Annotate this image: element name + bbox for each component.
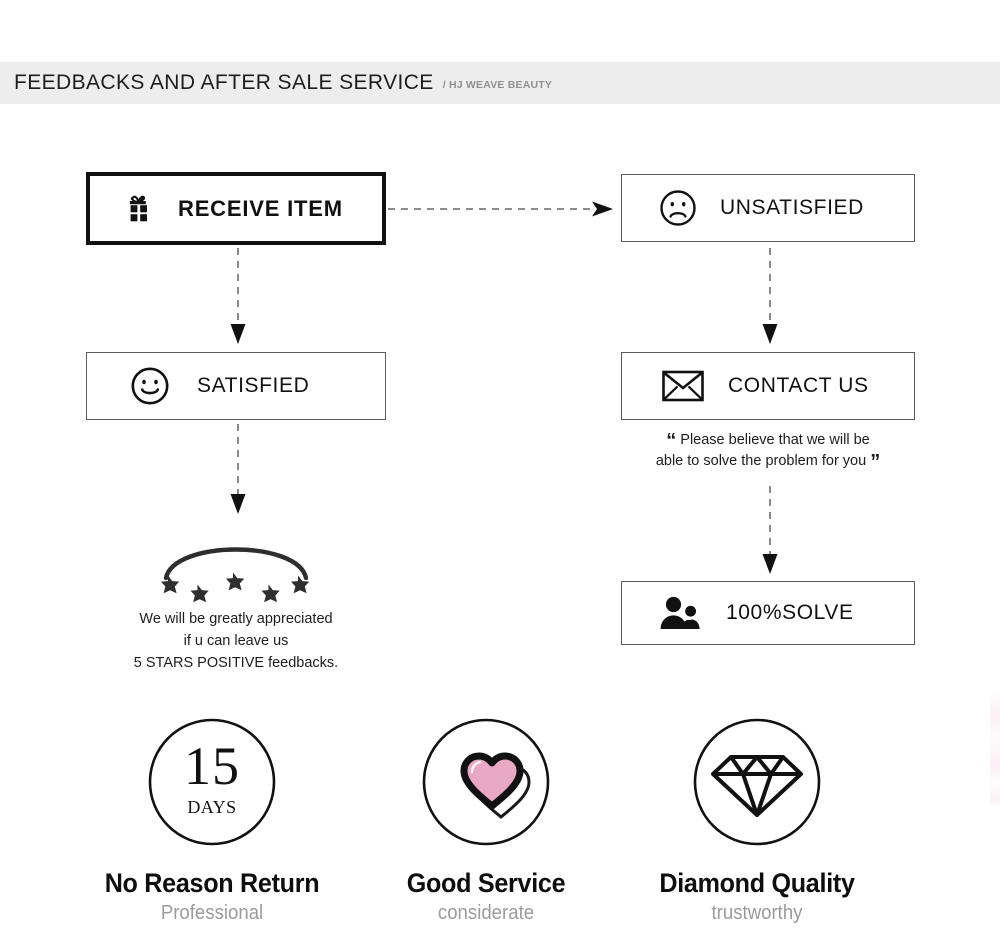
quote-close-mark: ”	[870, 451, 881, 473]
badge-days-unit: DAYS	[187, 797, 237, 817]
connector-receive-to-satisfied	[230, 248, 246, 344]
flow-step-solve[interactable]: 100%SOLVE	[621, 581, 915, 645]
badge-subtitle: considerate	[437, 902, 535, 924]
gift-icon	[122, 192, 156, 226]
stars-caption-line-1: We will be greatly appreciated	[139, 611, 333, 627]
flow-step-satisfied-label: SATISFIED	[197, 374, 310, 397]
connector-receive-to-unsatisfied	[388, 201, 613, 217]
flow-step-solve-label: 100%SOLVE	[726, 601, 854, 624]
heart-icon	[420, 716, 552, 848]
badge-diamond-quality: Diamond Quality trustworthy	[627, 716, 887, 925]
stars-caption-line-3: 5 STARS POSITIVE feedbacks.	[133, 655, 339, 671]
flow-step-contact-us[interactable]: CONTACT US	[621, 352, 915, 420]
page-header: FEEDBACKS AND AFTER SALE SERVICE / HJ WE…	[0, 62, 1000, 104]
badge-title: No Reason Return	[104, 868, 320, 898]
diamond-icon	[691, 716, 823, 848]
badge-subtitle: Professional	[160, 902, 264, 924]
people-icon	[658, 596, 702, 630]
flow-step-receive-item-label: RECEIVE ITEM	[178, 195, 343, 221]
badge-title: Good Service	[406, 868, 566, 898]
flow-step-contact-us-label: CONTACT US	[728, 374, 869, 397]
quote-line-2: able to solve the problem for you	[655, 453, 867, 469]
stars-caption: We will be greatly appreciated if u can …	[86, 608, 386, 674]
badge-good-service: Good Service considerate	[356, 716, 616, 925]
page-title: FEEDBACKS AND AFTER SALE SERVICE	[14, 71, 434, 94]
badge-no-reason-return: 15 DAYS No Reason Return Professional	[82, 716, 342, 925]
flow-step-satisfied[interactable]: SATISFIED	[86, 352, 386, 420]
sad-face-icon	[658, 188, 698, 228]
badge-days-number: 15	[184, 736, 240, 796]
connector-contact-to-solve	[762, 486, 778, 574]
flow-step-unsatisfied[interactable]: UNSATISFIED	[621, 174, 915, 242]
five-stars-rating-icon	[161, 547, 310, 602]
happy-face-icon	[129, 365, 171, 407]
quote-line-1: Please believe that we will be	[680, 432, 870, 448]
badge-subtitle: trustworthy	[711, 902, 803, 924]
envelope-icon	[662, 370, 704, 402]
page-brand-subtitle: / HJ WEAVE BEAUTY	[442, 79, 553, 91]
badge-title: Diamond Quality	[659, 868, 855, 898]
flow-step-unsatisfied-label: UNSATISFIED	[720, 196, 864, 219]
contact-reassurance-quote: “Please believe that we will be able to …	[621, 430, 915, 472]
stars-caption-line-2: if u can leave us	[183, 633, 289, 649]
calendar-15-days-icon: 15 DAYS	[146, 716, 278, 848]
edge-artifact	[990, 690, 1000, 810]
connector-unsatisfied-to-contact	[762, 248, 778, 344]
flow-step-receive-item[interactable]: RECEIVE ITEM	[86, 172, 386, 245]
connector-satisfied-to-stars	[230, 424, 246, 514]
quote-open-mark: “	[666, 430, 677, 452]
